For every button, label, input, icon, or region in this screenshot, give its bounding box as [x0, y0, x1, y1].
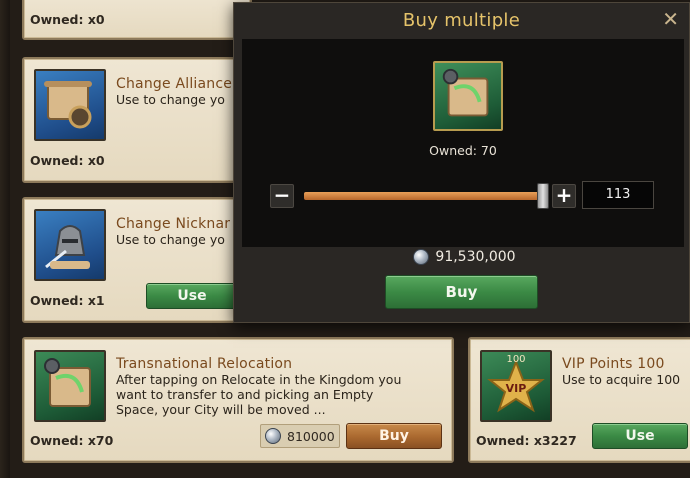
buy-button[interactable]: Buy	[346, 423, 442, 449]
scroll-seal-icon	[34, 69, 106, 141]
dialog-title: Buy multiple	[402, 10, 521, 31]
silver-coin-icon	[413, 249, 430, 265]
close-icon[interactable]: ✕	[662, 7, 679, 31]
relocation-scroll-icon	[433, 61, 503, 131]
item-card: 100 VIP VIP Points 100 Use to acquire 10…	[468, 337, 690, 463]
owned-count: Owned: x0	[30, 153, 105, 168]
item-description: Use to change yo	[116, 92, 225, 107]
vip-star-icon: 100 VIP	[480, 350, 552, 422]
price-box: 810000	[260, 424, 340, 448]
total-cost: 91,530,000	[234, 249, 690, 265]
owned-count: Owned: x70	[30, 433, 114, 448]
owned-count: Owned: x0	[30, 12, 105, 27]
item-description: Use to acquire 100	[562, 372, 681, 387]
buy-button[interactable]: Buy	[385, 275, 538, 309]
item-title: Change Nicknar	[116, 216, 231, 232]
owned-count: Owned: x3227	[476, 433, 577, 448]
left-border	[0, 0, 10, 478]
total-cost-value: 91,530,000	[435, 249, 516, 265]
quantity-input[interactable]: 113	[582, 181, 654, 209]
slider-handle[interactable]	[537, 183, 549, 209]
increase-button[interactable]: +	[552, 184, 576, 208]
helmet-feather-icon	[34, 209, 106, 281]
item-description: Use to change yo	[116, 232, 225, 247]
decrease-button[interactable]: −	[270, 184, 294, 208]
dialog-content: Owned: 70 − + 113	[242, 39, 684, 247]
vip-badge-text: VIP	[505, 382, 527, 395]
relocation-scroll-icon	[34, 350, 106, 422]
use-button[interactable]: Use	[592, 423, 688, 449]
item-card: Transnational Relocation After tapping o…	[22, 337, 454, 463]
buy-multiple-dialog: Buy multiple ✕ Owned: 70 − + 113 91,530,…	[233, 2, 690, 323]
quantity-slider[interactable]	[304, 192, 546, 200]
price-value: 810000	[287, 428, 335, 444]
item-card: Owned: x0	[22, 0, 252, 40]
use-button[interactable]: Use	[146, 283, 238, 309]
vip-badge-count: 100	[506, 354, 526, 365]
owned-count: Owned: x1	[30, 293, 105, 308]
owned-count: Owned: 70	[429, 143, 497, 158]
item-description: After tapping on Relocate in the Kingdom…	[116, 372, 402, 417]
item-title: Change Alliance	[116, 76, 233, 92]
item-card: Change Alliance Use to change yo Owned: …	[22, 57, 252, 183]
silver-coin-icon	[265, 428, 281, 444]
item-title: VIP Points 100	[562, 356, 665, 372]
item-card: Change Nicknar Use to change yo Owned: x…	[22, 197, 252, 323]
item-title: Transnational Relocation	[116, 356, 293, 372]
